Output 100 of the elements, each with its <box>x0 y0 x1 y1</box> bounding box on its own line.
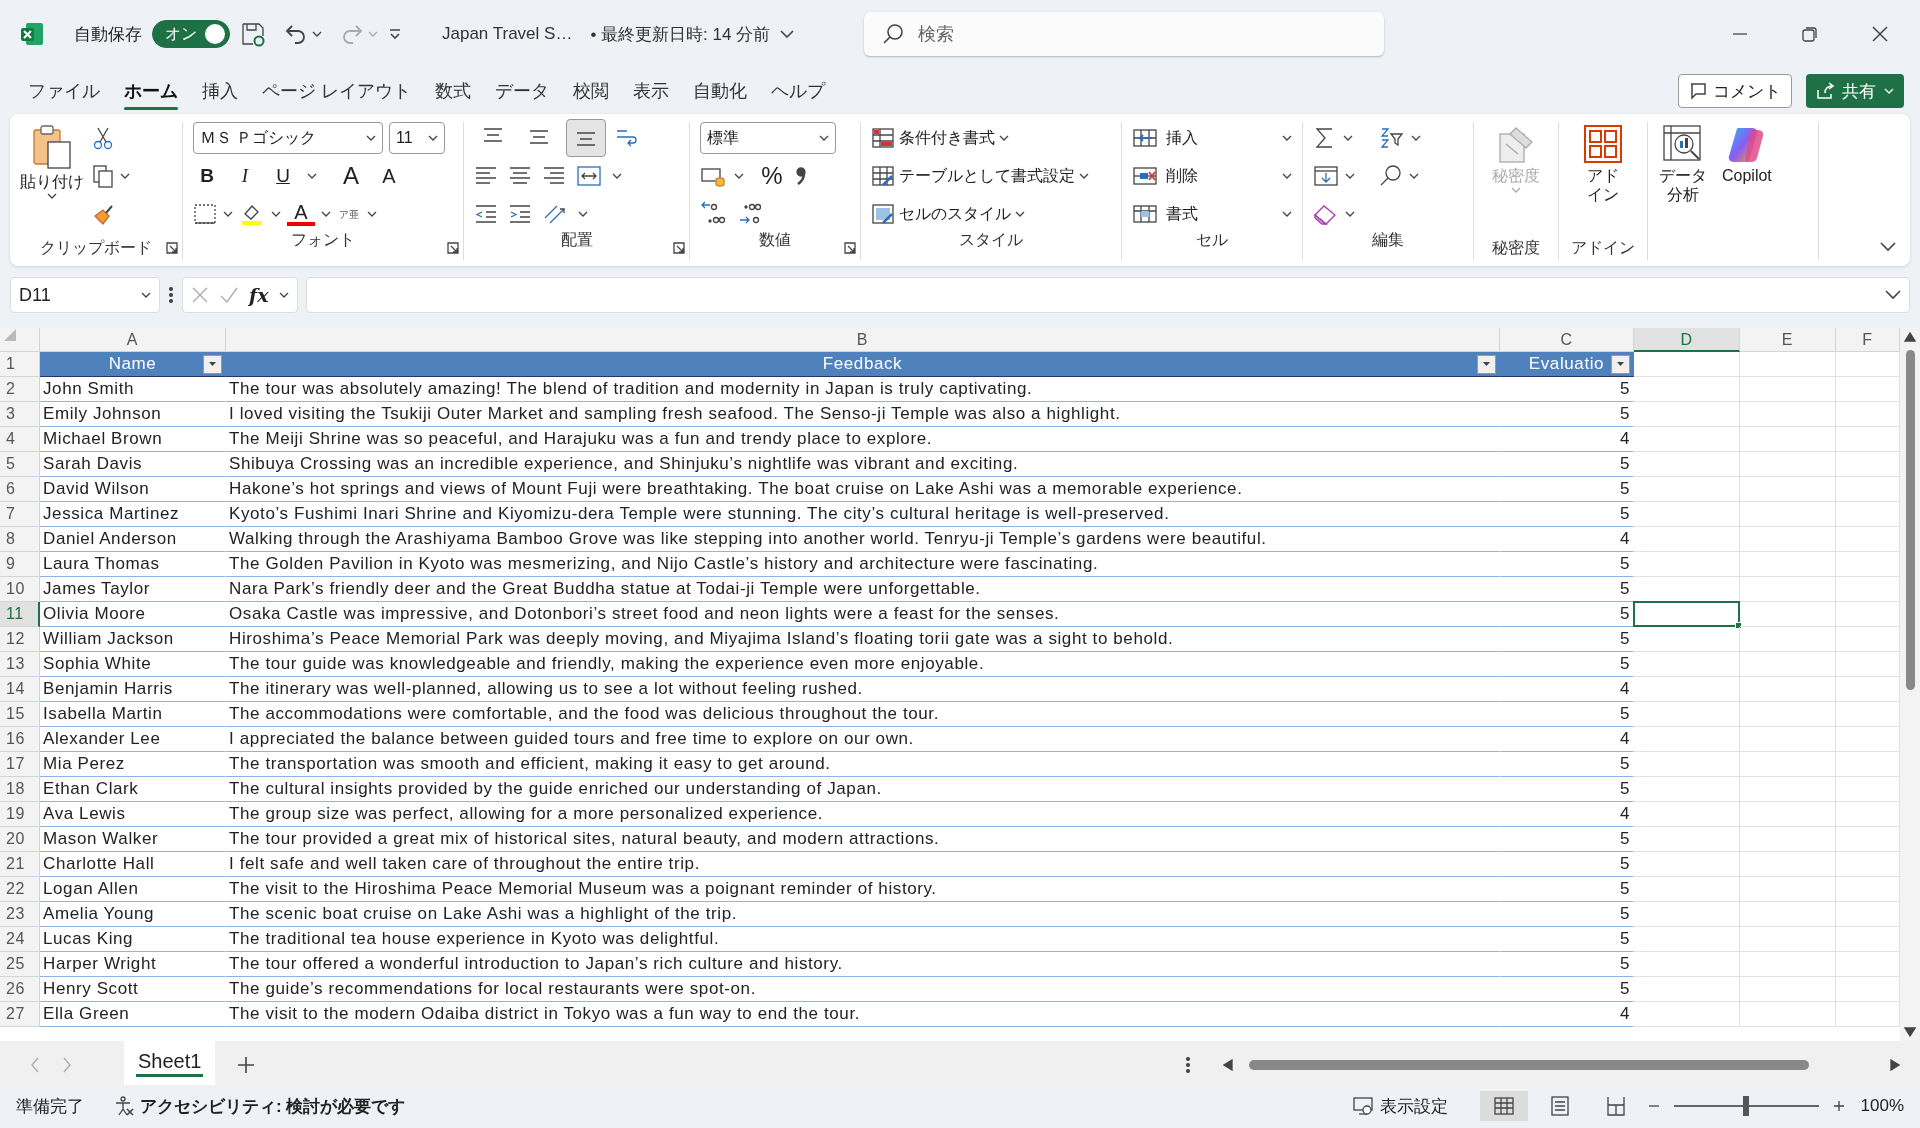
customize-toolbar-icon[interactable] <box>388 28 402 40</box>
row-header[interactable]: 2 <box>0 377 40 402</box>
phonetic-guide-button[interactable]: ア亜 <box>337 208 361 220</box>
caret-icon[interactable] <box>734 173 744 179</box>
increase-indent-icon[interactable] <box>508 203 532 225</box>
borders-icon[interactable] <box>193 203 217 225</box>
column-header[interactable]: F <box>1836 328 1900 352</box>
column-header[interactable]: C <box>1500 328 1634 352</box>
number-format-select[interactable]: 標準 <box>700 122 836 154</box>
caret-icon[interactable] <box>1282 173 1292 179</box>
caret-icon[interactable] <box>223 211 233 217</box>
row-header[interactable]: 25 <box>0 952 40 977</box>
styles-menu-button[interactable]: セルのスタイル <box>871 203 1025 225</box>
caret-icon[interactable] <box>321 211 331 217</box>
caret-icon[interactable] <box>999 135 1009 141</box>
align-right-icon[interactable] <box>542 165 566 187</box>
italic-button[interactable]: I <box>231 165 259 187</box>
caret-icon[interactable] <box>312 31 322 37</box>
add-ins-button[interactable]: アドイン <box>1583 122 1623 238</box>
checkmark-icon[interactable] <box>219 286 239 304</box>
align-center-icon[interactable] <box>508 165 532 187</box>
row-header[interactable]: 18 <box>0 777 40 802</box>
row-header[interactable]: 9 <box>0 552 40 577</box>
styles-menu-button[interactable]: 条件付き書式 <box>871 127 1009 149</box>
collapse-ribbon-icon[interactable] <box>1880 242 1896 252</box>
share-button[interactable]: 共有 <box>1806 74 1904 108</box>
scrollbar-thumb[interactable] <box>1249 1059 1809 1070</box>
row-header[interactable]: 21 <box>0 852 40 877</box>
cells-menu-button[interactable]: 書式 <box>1132 203 1198 225</box>
column-header[interactable]: A <box>40 328 226 352</box>
menu-tab[interactable]: ページ レイアウト <box>250 71 423 111</box>
copilot-button[interactable]: Copilot <box>1722 122 1772 260</box>
filter-button[interactable] <box>203 355 222 374</box>
caret-icon[interactable] <box>819 135 829 141</box>
menu-tab[interactable]: 数式 <box>423 71 483 111</box>
align-left-icon[interactable] <box>474 165 498 187</box>
horizontal-scrollbar[interactable] <box>1185 1054 1900 1075</box>
zoom-in-icon[interactable] <box>1832 1100 1845 1112</box>
copy-icon[interactable] <box>92 164 114 188</box>
caret-icon[interactable] <box>428 135 438 141</box>
menu-tab[interactable]: ホーム <box>112 71 190 111</box>
caret-icon[interactable] <box>1409 173 1419 179</box>
search-field[interactable]: 検索 <box>864 12 1385 56</box>
menu-tab[interactable]: 挿入 <box>190 71 250 111</box>
row-header[interactable]: 26 <box>0 977 40 1002</box>
name-box[interactable]: D11 <box>10 277 160 313</box>
view-button[interactable] <box>1479 1091 1528 1121</box>
font-color-button[interactable]: A <box>287 202 315 226</box>
cells-menu-button[interactable]: 挿入 <box>1132 127 1198 149</box>
fill-down-icon[interactable] <box>1313 165 1339 187</box>
filter-button[interactable] <box>1611 355 1630 374</box>
row-header[interactable]: 10 <box>0 577 40 602</box>
font-name-select[interactable]: ＭＳ Ｐゴシック <box>193 122 383 154</box>
merge-cells-icon[interactable] <box>576 165 602 187</box>
decrease-indent-icon[interactable] <box>474 203 498 225</box>
caret-icon[interactable] <box>1079 173 1089 179</box>
caret-icon[interactable] <box>1345 211 1355 217</box>
percent-button[interactable]: % <box>758 162 786 190</box>
paste-button[interactable]: 貼り付け <box>20 122 84 238</box>
scroll-up-icon[interactable] <box>1904 332 1916 342</box>
row-header[interactable]: 27 <box>0 1002 40 1027</box>
cells-menu-button[interactable]: 削除 <box>1132 165 1198 187</box>
caret-icon[interactable] <box>120 173 130 179</box>
data-analysis-button[interactable]: データ分析 <box>1658 122 1708 260</box>
scroll-left-icon[interactable] <box>1223 1058 1233 1071</box>
row-header[interactable]: 12 <box>0 627 40 652</box>
row-header[interactable]: 11 <box>0 602 40 627</box>
expand-formula-icon[interactable] <box>1885 290 1901 300</box>
row-header[interactable]: 4 <box>0 427 40 452</box>
dialog-launcher-icon[interactable] <box>673 242 685 254</box>
row-header[interactable]: 3 <box>0 402 40 427</box>
menu-tab[interactable]: データ <box>483 71 561 111</box>
sort-filter-icon[interactable] <box>1379 126 1405 150</box>
caret-icon[interactable] <box>366 135 376 141</box>
row-header[interactable]: 15 <box>0 702 40 727</box>
selected-cell[interactable] <box>1633 601 1740 627</box>
grow-font-button[interactable]: A <box>337 162 365 190</box>
menu-tab[interactable]: 自動化 <box>681 71 759 111</box>
caret-icon[interactable] <box>47 193 57 200</box>
comment-button[interactable]: コメント <box>1678 74 1792 108</box>
row-header[interactable]: 17 <box>0 752 40 777</box>
caret-icon[interactable] <box>307 173 317 179</box>
menu-tab[interactable]: 校閲 <box>561 71 621 111</box>
restore-icon[interactable] <box>1802 26 1818 42</box>
comma-style-icon[interactable] <box>794 165 808 187</box>
undo-icon[interactable] <box>284 22 308 46</box>
save-status[interactable]: • 最終更新日時: 14 分前 <box>590 22 795 46</box>
caret-icon[interactable] <box>1015 211 1025 217</box>
row-header[interactable]: 22 <box>0 877 40 902</box>
scroll-down-icon[interactable] <box>1904 1027 1916 1037</box>
row-header[interactable]: 8 <box>0 527 40 552</box>
row-header[interactable]: 13 <box>0 652 40 677</box>
caret-icon[interactable] <box>271 211 281 217</box>
row-header[interactable]: 24 <box>0 927 40 952</box>
save-icon[interactable] <box>240 21 266 47</box>
caret-icon[interactable] <box>578 211 588 217</box>
caret-icon[interactable] <box>278 292 289 298</box>
autosave-toggle[interactable]: オン <box>152 20 230 48</box>
styles-menu-button[interactable]: テーブルとして書式設定 <box>871 165 1089 187</box>
dialog-launcher-icon[interactable] <box>844 242 856 254</box>
